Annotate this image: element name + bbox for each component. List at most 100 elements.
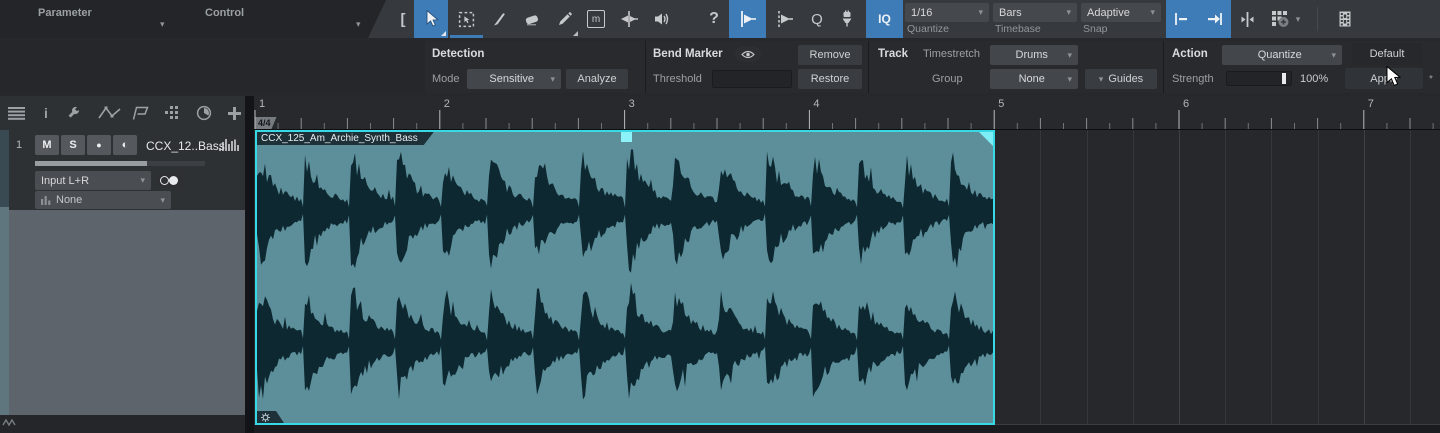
default-button[interactable]: Default: [1352, 43, 1422, 65]
tab-parameter[interactable]: Parameter: [38, 7, 92, 19]
inspector-bar: Detection Mode Sensitive ▾ Analyze Bend …: [0, 41, 1440, 93]
part-edit-button[interactable]: [130, 104, 150, 122]
fade-handle[interactable]: [979, 132, 993, 146]
bend-tool-button[interactable]: [612, 0, 645, 38]
wave-mode-icon[interactable]: [2, 418, 16, 427]
track-name[interactable]: CCX_12..Bass: [146, 139, 225, 153]
panel-footer: [0, 415, 245, 433]
bend-marker-handle[interactable]: [621, 132, 632, 142]
video-track-button[interactable]: [1328, 0, 1362, 38]
menu-button[interactable]: [6, 104, 26, 122]
speaker-icon: [654, 13, 668, 25]
apply-button[interactable]: Apply: [1345, 68, 1423, 89]
info-icon: i: [44, 105, 48, 121]
solo-label: S: [69, 139, 77, 151]
add-track-button[interactable]: [224, 104, 244, 122]
eye-icon: [741, 50, 755, 58]
timestretch-dropdown[interactable]: Drums ▾: [990, 45, 1078, 65]
action-title: Action: [1172, 48, 1208, 60]
chevron-down-icon: ▾: [1098, 73, 1104, 84]
track-header[interactable]: 1 M S ● ◐ CCX_12..Bass Input L+R ▾ None …: [9, 130, 245, 210]
mouse-cursor: [1386, 66, 1401, 87]
automation-button[interactable]: [97, 104, 123, 122]
guides-button[interactable]: ▾ Guides: [1085, 69, 1157, 89]
timebase-value-dropdown[interactable]: Bars ▾: [993, 3, 1077, 22]
paint-tool-button[interactable]: [549, 0, 580, 38]
timestretch-value: Drums: [1015, 49, 1048, 61]
automation-curve-icon: [98, 106, 121, 119]
action-dropdown[interactable]: Quantize ▾: [1222, 45, 1342, 65]
studio-one-edit-view: Parameter ▾ Control ▾ [ m ? Q IQ 1/16 ▾ …: [0, 0, 1440, 433]
stereo-mono-toggle[interactable]: [156, 173, 183, 188]
track-meter: [35, 161, 205, 166]
knife-icon: [493, 13, 505, 26]
detection-title: Detection: [432, 48, 485, 60]
show-bend-markers-toggle[interactable]: [735, 46, 761, 62]
bend-marker-title: Bend Marker: [653, 48, 723, 60]
eraser-tool-button[interactable]: [516, 0, 548, 38]
right-channel-circle-icon: [169, 176, 178, 185]
apply-flyout-icon[interactable]: *: [1429, 74, 1433, 85]
iq-button[interactable]: IQ: [866, 0, 903, 38]
analyze-button[interactable]: Analyze: [566, 69, 628, 89]
quantize-tool-button[interactable]: Q: [803, 0, 831, 38]
arrow-cursor-icon: [426, 10, 439, 27]
strength-slider[interactable]: [1226, 71, 1292, 86]
timeline-ruler[interactable]: 4/4 1234567: [245, 96, 1440, 129]
add-bend-marker-button[interactable]: [729, 0, 766, 38]
restore-button[interactable]: Restore: [798, 69, 862, 89]
split-view-button[interactable]: [1232, 0, 1262, 38]
clip-title-tab[interactable]: CCX_125_Am_Archie_Synth_Bass: [257, 132, 434, 145]
mute-button[interactable]: M: [35, 135, 59, 155]
track-detail-panel: [9, 210, 245, 415]
chevron-down-icon: ▾: [1067, 49, 1072, 60]
grid-line: [1410, 130, 1411, 424]
remove-bend-marker-button[interactable]: [767, 0, 802, 38]
edit-view-toolbar: i: [0, 96, 245, 130]
split-tool-button[interactable]: [484, 0, 515, 38]
input-dropdown[interactable]: Input L+R ▾: [35, 171, 151, 190]
audio-clip[interactable]: CCX_125_Am_Archie_Synth_Bass: [255, 130, 995, 425]
autoscroll-follow-button[interactable]: [1198, 0, 1231, 38]
monitor-button[interactable]: ◐: [113, 135, 137, 155]
chevron-down-icon: ▾: [978, 7, 983, 17]
timebase-value: Bars: [999, 6, 1022, 19]
timebase-button[interactable]: [194, 104, 214, 122]
quantize-value-dropdown[interactable]: 1/16 ▾: [905, 3, 989, 22]
help-button[interactable]: ?: [700, 0, 728, 38]
grid-settings-button[interactable]: [162, 104, 182, 122]
group-dropdown[interactable]: None ▾: [990, 69, 1078, 89]
macros-grid-button[interactable]: ▾: [1263, 0, 1307, 38]
autoscroll-page-button[interactable]: [1166, 0, 1198, 38]
gear-icon: [261, 412, 270, 422]
bend-tool-icon: [620, 11, 638, 27]
remove-button[interactable]: Remove: [798, 45, 862, 65]
strength-slider-handle[interactable]: [1282, 73, 1286, 84]
info-button[interactable]: i: [36, 104, 56, 122]
action-value: Quantize: [1257, 49, 1302, 61]
chevron-down-icon[interactable]: ▾: [356, 20, 361, 29]
chevron-down-icon: ▾: [1150, 7, 1155, 17]
chevron-down-icon[interactable]: ▾: [160, 20, 165, 29]
threshold-slider[interactable]: [712, 70, 792, 88]
arrow-tool-button[interactable]: [414, 0, 448, 38]
audiobend-panel-button[interactable]: [832, 0, 862, 38]
tab-control[interactable]: Control: [205, 7, 244, 19]
timestretch-label: Timestretch: [923, 48, 981, 60]
arrange-area[interactable]: CCX_125_Am_Archie_Synth_Bass: [254, 130, 1440, 433]
audiobend-button[interactable]: [64, 104, 84, 122]
listen-tool-button[interactable]: [646, 0, 677, 38]
range-tool-button[interactable]: [450, 0, 483, 38]
panel-divider[interactable]: [245, 96, 254, 433]
insert-dropdown[interactable]: None ▾: [35, 191, 171, 209]
section-divider: [1163, 41, 1164, 93]
mute-tool-button[interactable]: m: [581, 0, 611, 38]
record-arm-button[interactable]: ●: [87, 135, 111, 155]
snap-value-dropdown[interactable]: Adaptive ▾: [1081, 3, 1161, 22]
grid-line: [1133, 130, 1134, 424]
restore-label: Restore: [810, 73, 850, 85]
solo-button[interactable]: S: [61, 135, 85, 155]
flyout-corner: [441, 31, 446, 36]
clock-icon: [196, 105, 212, 121]
detection-mode-dropdown[interactable]: Sensitive ▾: [467, 69, 561, 89]
